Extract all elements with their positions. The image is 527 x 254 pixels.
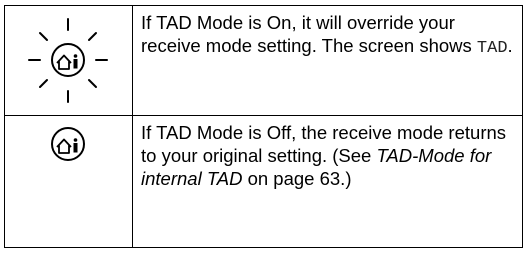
tad-off-description: If TAD Mode is Off, the receive mode ret… bbox=[132, 115, 523, 248]
tad-on-icon-cell bbox=[4, 5, 133, 116]
tad-off-row: If TAD Mode is Off, the receive mode ret… bbox=[4, 115, 523, 248]
tad-mode-info-table: If TAD Mode is On, it will override your… bbox=[4, 5, 523, 248]
tad-on-description: If TAD Mode is On, it will override your… bbox=[132, 5, 523, 116]
screen-text-tad: TAD bbox=[476, 39, 508, 58]
tad-button-off-icon bbox=[51, 127, 85, 161]
tad-button-lit-icon bbox=[28, 18, 108, 103]
tad-on-row: If TAD Mode is On, it will override your… bbox=[4, 5, 523, 116]
tad-off-icon-cell bbox=[4, 115, 133, 248]
